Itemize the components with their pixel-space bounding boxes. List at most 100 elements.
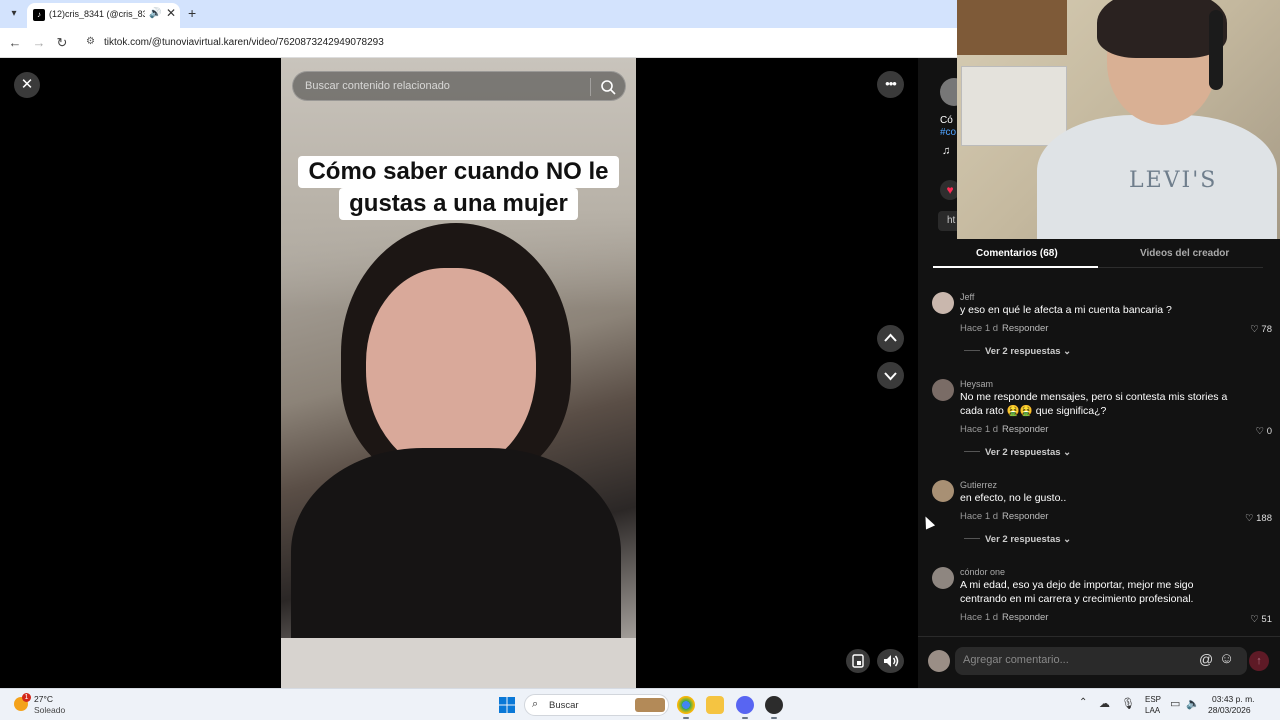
comment-like-button[interactable]: ♡ 51	[1250, 614, 1272, 625]
view-replies-button[interactable]: Ver 2 respuestas ⌄	[985, 346, 1071, 357]
avatar	[928, 650, 950, 672]
related-search-input[interactable]: Buscar contenido relacionado	[292, 71, 626, 101]
taskbar-search-label: Buscar	[549, 700, 579, 711]
comment-placeholder: Agregar comentario...	[963, 654, 1069, 666]
comment-item: Jeff y eso en qué le afecta a mi cuenta …	[932, 292, 1272, 362]
tab-title: (12)cris_8341 (@cris_8341)	[49, 9, 145, 19]
comment-composer: Agregar comentario... @ ☺ ↑	[918, 636, 1280, 688]
divider	[964, 538, 980, 539]
running-indicator	[683, 717, 689, 719]
comment-username[interactable]: Jeff	[960, 292, 974, 302]
tab-creator-videos[interactable]: Videos del creador	[1140, 248, 1229, 259]
mention-icon[interactable]: @	[1199, 651, 1213, 667]
microphone-icon[interactable]: 🎙	[1121, 697, 1135, 710]
search-placeholder: Buscar contenido relacionado	[305, 80, 450, 92]
avatar[interactable]	[932, 480, 954, 502]
taskbar-search[interactable]: ⌕ Buscar	[524, 694, 669, 716]
chevron-up-icon[interactable]: ⌃	[1079, 697, 1087, 708]
comment-time: Hace 1 d	[960, 612, 999, 623]
emoji-icon[interactable]: ☺	[1219, 650, 1234, 667]
close-icon[interactable]: ✕	[14, 72, 40, 98]
tab-comments[interactable]: Comentarios (68)	[976, 248, 1058, 259]
panel-tabs: Comentarios (68) Videos del creador	[933, 240, 1263, 268]
reply-button[interactable]: Responder	[1002, 612, 1048, 623]
reload-icon[interactable]: ↻	[53, 34, 71, 52]
tab-search-icon[interactable]: ▾	[6, 6, 22, 22]
picture-in-picture-icon[interactable]	[846, 649, 870, 673]
forward-icon[interactable]: →	[30, 34, 48, 52]
comment-like-button[interactable]: ♡ 0	[1256, 426, 1272, 437]
search-icon[interactable]	[599, 78, 617, 96]
comment-username[interactable]: cóndor one	[960, 567, 1005, 577]
url-field[interactable]: ⚙ tiktok.com/@tunoviavirtual.karen/video…	[80, 32, 950, 54]
back-icon[interactable]: ←	[6, 34, 24, 52]
chrome-app-icon[interactable]	[677, 696, 695, 714]
comment-input[interactable]: Agregar comentario... @ ☺	[955, 647, 1247, 675]
caption-line-1: Cómo saber cuando NO le	[298, 156, 619, 188]
file-explorer-icon[interactable]	[706, 696, 724, 714]
video-caption: Cómo saber cuando NO le gustas a una muj…	[281, 156, 636, 220]
input-layout[interactable]: LAA	[1145, 706, 1160, 715]
video-pillow	[281, 638, 636, 688]
video-person-face	[366, 268, 536, 473]
comment-username[interactable]: Gutierrez	[960, 480, 997, 490]
new-tab-button[interactable]: +	[188, 5, 196, 21]
comment-like-button[interactable]: ♡ 78	[1250, 324, 1272, 335]
avatar[interactable]	[932, 567, 954, 589]
reply-button[interactable]: Responder	[1002, 323, 1048, 334]
reply-button[interactable]: Responder	[1002, 511, 1048, 522]
search-highlight-image	[635, 698, 665, 712]
weather-condition[interactable]: Soleado	[34, 705, 65, 715]
like-count: 51	[1261, 614, 1272, 625]
input-language[interactable]: ESP	[1145, 695, 1161, 704]
browser-tab[interactable]: ♪ (12)cris_8341 (@cris_8341) 🔊 ✕	[27, 3, 180, 28]
avatar[interactable]	[932, 292, 954, 314]
comment-item: Gutierrez en efecto, no le gusto.. Hace …	[932, 480, 1272, 550]
more-icon[interactable]: •••	[877, 71, 904, 98]
post-comment-button[interactable]: ↑	[1249, 651, 1269, 671]
music-note-icon[interactable]: ♫	[942, 145, 950, 157]
caption-line-2: gustas a una mujer	[339, 188, 578, 220]
view-replies-button[interactable]: Ver 2 respuestas ⌄	[985, 534, 1071, 545]
site-info-icon[interactable]: ⚙	[86, 36, 95, 47]
video-player[interactable]: Cómo saber cuando NO le gustas a una muj…	[281, 58, 636, 688]
comment-time: Hace 1 d	[960, 323, 999, 334]
chevron-up-icon[interactable]	[877, 325, 904, 352]
like-count: 0	[1266, 426, 1272, 437]
audio-playing-icon[interactable]: 🔊	[149, 8, 161, 19]
comment-text: y eso en qué le afecta a mi cuenta banca…	[960, 304, 1172, 316]
reply-button[interactable]: Responder	[1002, 424, 1048, 435]
volume-icon[interactable]	[877, 649, 904, 673]
divider	[964, 350, 980, 351]
clock-time[interactable]: 03:43 p. m.	[1212, 694, 1255, 704]
speaker-icon[interactable]: 🔈	[1186, 697, 1200, 710]
tab-close-icon[interactable]: ✕	[166, 6, 176, 20]
discord-app-icon[interactable]	[736, 696, 754, 714]
clock-date[interactable]: 28/03/2026	[1208, 705, 1251, 715]
address-bar-row: ← → ↻ ⚙ tiktok.com/@tunoviavirtual.karen…	[0, 28, 957, 58]
comment-username[interactable]: Heysam	[960, 379, 993, 389]
windows-start-icon[interactable]	[499, 697, 515, 713]
obs-app-icon[interactable]	[765, 696, 783, 714]
network-icon[interactable]: ▭	[1170, 697, 1180, 710]
search-icon: ⌕	[532, 698, 539, 710]
comment-text: No me responde mensajes, pero si contest…	[960, 391, 1228, 417]
cloud-icon[interactable]: ☁	[1099, 697, 1110, 710]
view-replies-button[interactable]: Ver 2 respuestas ⌄	[985, 447, 1071, 458]
comment-like-button[interactable]: ♡ 188	[1245, 513, 1272, 524]
running-indicator	[771, 717, 777, 719]
weather-alert-badge: 1	[22, 693, 31, 702]
active-tab-indicator	[933, 266, 1098, 268]
webcam-calendar	[961, 66, 1067, 146]
comment-time: Hace 1 d	[960, 424, 999, 435]
avatar[interactable]	[932, 379, 954, 401]
divider	[964, 451, 980, 452]
chevron-down-icon[interactable]	[877, 362, 904, 389]
like-count: 188	[1256, 513, 1272, 524]
hashtag-link[interactable]: #co	[940, 127, 956, 138]
webcam-hair	[1097, 0, 1227, 58]
running-indicator	[742, 717, 748, 719]
comment-text: en efecto, no le gusto..	[960, 492, 1067, 504]
weather-temperature[interactable]: 27°C	[34, 694, 53, 704]
video-description: Có	[940, 115, 953, 126]
